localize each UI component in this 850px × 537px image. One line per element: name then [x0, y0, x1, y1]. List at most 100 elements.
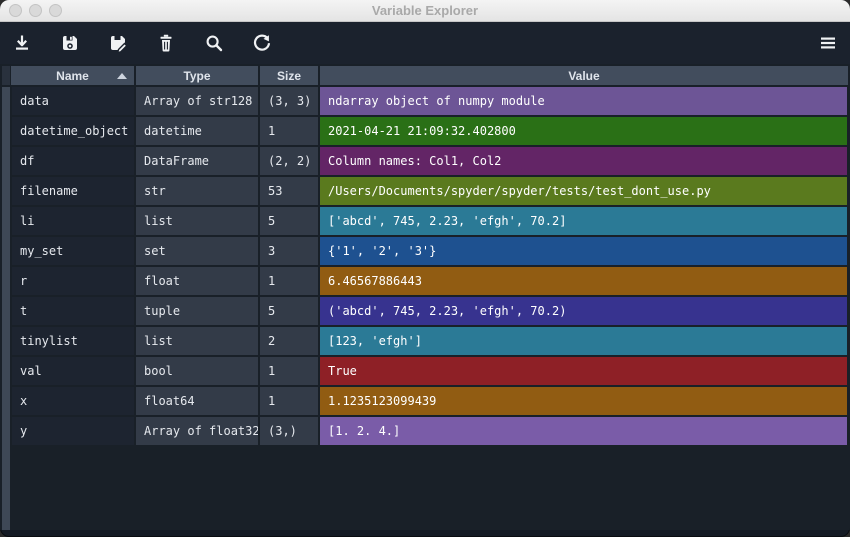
cell-size[interactable]: (3,): [260, 417, 318, 445]
column-header-type[interactable]: Type: [136, 66, 258, 85]
table-row[interactable]: my_set set 3 {'1', '2', '3'}: [2, 237, 847, 265]
cell-size[interactable]: 1: [260, 357, 318, 385]
cell-size[interactable]: 1: [260, 387, 318, 415]
variable-explorer-window: Variable Explorer Name Type Size Value d…: [0, 0, 850, 537]
search-icon: [204, 33, 224, 53]
table-row[interactable]: df DataFrame (2, 2) Column names: Col1, Col…: [2, 147, 847, 175]
cell-name[interactable]: val: [12, 357, 134, 385]
table-corner[interactable]: [2, 66, 10, 85]
cell-name[interactable]: tinylist: [12, 327, 134, 355]
column-header-name-label: Name: [56, 68, 89, 83]
cell-size[interactable]: 1: [260, 117, 318, 145]
row-header[interactable]: [2, 207, 10, 235]
cell-name[interactable]: data: [12, 87, 134, 115]
cell-name[interactable]: df: [12, 147, 134, 175]
search-button[interactable]: [204, 33, 224, 53]
title-bar: Variable Explorer: [0, 0, 850, 22]
row-header[interactable]: [2, 237, 10, 265]
row-header[interactable]: [2, 387, 10, 415]
cell-type[interactable]: str: [136, 177, 258, 205]
refresh-button[interactable]: [252, 33, 272, 53]
cell-name[interactable]: filename: [12, 177, 134, 205]
row-header[interactable]: [2, 147, 10, 175]
window-title: Variable Explorer: [371, 2, 479, 18]
cell-value[interactable]: [123, 'efgh']: [320, 327, 847, 355]
table-row[interactable]: y Array of float32 (3,) [1. 2. 4.]: [2, 417, 847, 445]
sort-ascending-icon: [117, 73, 127, 79]
cell-size[interactable]: 53: [260, 177, 318, 205]
cell-value[interactable]: 6.46567886443: [320, 267, 847, 295]
row-header[interactable]: [2, 327, 10, 355]
cell-type[interactable]: set: [136, 237, 258, 265]
cell-type[interactable]: DataFrame: [136, 147, 258, 175]
cell-value[interactable]: /Users/Documents/spyder/spyder/tests/tes…: [320, 177, 847, 205]
cell-name[interactable]: t: [12, 297, 134, 325]
cell-type[interactable]: datetime: [136, 117, 258, 145]
cell-name[interactable]: datetime_object: [12, 117, 134, 145]
column-header-value[interactable]: Value: [320, 66, 848, 85]
hamburger-menu-icon: [819, 34, 837, 52]
table-row[interactable]: filename str 53/Users/Documents/spyder/spy…: [2, 177, 847, 205]
cell-value[interactable]: ['abcd', 745, 2.23, 'efgh', 70.2]: [320, 207, 847, 235]
row-header[interactable]: [2, 357, 10, 385]
row-header[interactable]: [2, 117, 10, 145]
table-header: Name Type Size Value: [11, 66, 848, 85]
variables-table: Name Type Size Value data Array of str128…: [0, 64, 850, 530]
table-row[interactable]: li list 5 ['abcd', 745, 2.23, 'efgh', 70.2]: [2, 207, 847, 235]
cell-type[interactable]: list: [136, 207, 258, 235]
cell-size[interactable]: (2, 2): [260, 147, 318, 175]
row-header[interactable]: [2, 87, 10, 115]
row-header[interactable]: [2, 417, 10, 445]
cell-type[interactable]: tuple: [136, 297, 258, 325]
save-data-button[interactable]: [60, 33, 80, 53]
cell-value[interactable]: ndarray object of numpy module: [320, 87, 847, 115]
trash-icon: [156, 33, 176, 53]
save-data-as-icon: [108, 33, 128, 53]
cell-size[interactable]: (3, 3): [260, 87, 318, 115]
column-header-size[interactable]: Size: [260, 66, 318, 85]
cell-size[interactable]: 3: [260, 237, 318, 265]
table-row[interactable]: data Array of str128 (3, 3) ndarray object …: [2, 87, 847, 115]
column-header-size-label: Size: [276, 68, 301, 83]
cell-name[interactable]: my_set: [12, 237, 134, 265]
row-header[interactable]: [2, 177, 10, 205]
row-header[interactable]: [2, 297, 10, 325]
table-row[interactable]: r float 1 6.46567886443: [2, 267, 847, 295]
cell-value[interactable]: True: [320, 357, 847, 385]
column-header-value-label: Value: [568, 68, 600, 83]
column-header-name[interactable]: Name: [11, 66, 134, 85]
import-data-button[interactable]: [12, 33, 32, 53]
cell-size[interactable]: 1: [260, 267, 318, 295]
save-data-as-button[interactable]: [108, 33, 128, 53]
cell-type[interactable]: Array of str128: [136, 87, 258, 115]
cell-size[interactable]: 2: [260, 327, 318, 355]
options-menu-button[interactable]: [818, 33, 838, 53]
table-row[interactable]: datetime_object datetime 1 2021-04-21 21:09…: [2, 117, 847, 145]
refresh-icon: [252, 33, 272, 53]
table-row[interactable]: t tuple 5 ('abcd', 745, 2.23, 'efgh', 70.2): [2, 297, 847, 325]
cell-value[interactable]: [1. 2. 4.]: [320, 417, 847, 445]
cell-name[interactable]: r: [12, 267, 134, 295]
cell-value[interactable]: Column names: Col1, Col2: [320, 147, 847, 175]
cell-value[interactable]: ('abcd', 745, 2.23, 'efgh', 70.2): [320, 297, 847, 325]
cell-type[interactable]: float64: [136, 387, 258, 415]
row-header[interactable]: [2, 267, 10, 295]
cell-type[interactable]: float: [136, 267, 258, 295]
cell-name[interactable]: y: [12, 417, 134, 445]
cell-name[interactable]: li: [12, 207, 134, 235]
cell-type[interactable]: list: [136, 327, 258, 355]
cell-value[interactable]: 2021-04-21 21:09:32.402800: [320, 117, 847, 145]
table-row[interactable]: x float64 1 1.1235123099439: [2, 387, 847, 415]
table-row[interactable]: tinylist list 2 [123, 'efgh']: [2, 327, 847, 355]
cell-type[interactable]: Array of float32: [136, 417, 258, 445]
remove-variable-button[interactable]: [156, 33, 176, 53]
toolbar: [0, 22, 850, 64]
cell-size[interactable]: 5: [260, 207, 318, 235]
cell-value[interactable]: {'1', '2', '3'}: [320, 237, 847, 265]
save-data-icon: [60, 33, 80, 53]
cell-value[interactable]: 1.1235123099439: [320, 387, 847, 415]
cell-size[interactable]: 5: [260, 297, 318, 325]
cell-name[interactable]: x: [12, 387, 134, 415]
table-row[interactable]: val bool 1 True: [2, 357, 847, 385]
cell-type[interactable]: bool: [136, 357, 258, 385]
